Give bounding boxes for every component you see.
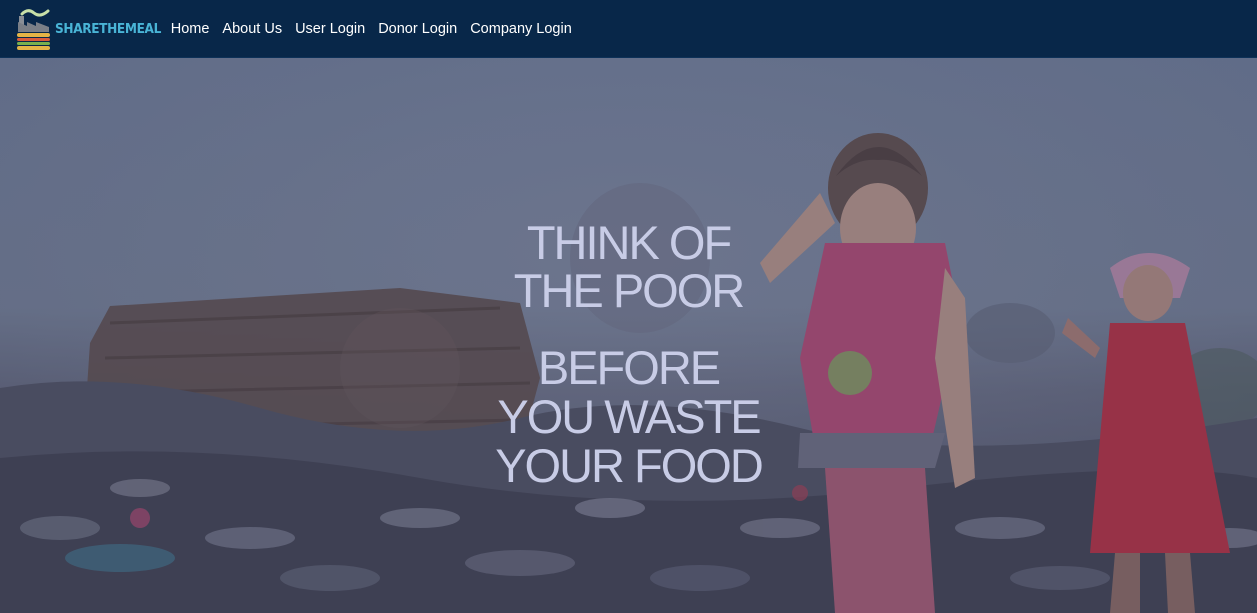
hero-section: THINK OF THE POOR BEFORE YOU WASTE YOUR … xyxy=(0,58,1257,613)
nav-about-us[interactable]: About Us xyxy=(222,21,282,37)
brand-name: SHARETHEMEAL xyxy=(55,20,161,37)
brand-logo[interactable]: SHARETHEMEAL xyxy=(16,6,173,52)
hero-line-1: THINK OF xyxy=(526,216,732,269)
navbar: SHARETHEMEAL Home About Us User Login Do… xyxy=(0,0,1257,58)
hero-background-image xyxy=(0,58,1257,613)
burger-factory-icon xyxy=(17,8,50,50)
hero-line-3: BEFORE xyxy=(537,341,721,394)
nav-company-login[interactable]: Company Login xyxy=(470,21,572,37)
hero-line-4: YOU WASTE xyxy=(497,390,761,443)
nav-home[interactable]: Home xyxy=(171,21,210,37)
nav-donor-login[interactable]: Donor Login xyxy=(378,21,457,37)
hero-line-2: THE POOR xyxy=(513,264,745,317)
hero-line-5: YOUR FOOD xyxy=(495,439,764,492)
nav-links: Home About Us User Login Donor Login Com… xyxy=(171,21,585,37)
nav-user-login[interactable]: User Login xyxy=(295,21,365,37)
